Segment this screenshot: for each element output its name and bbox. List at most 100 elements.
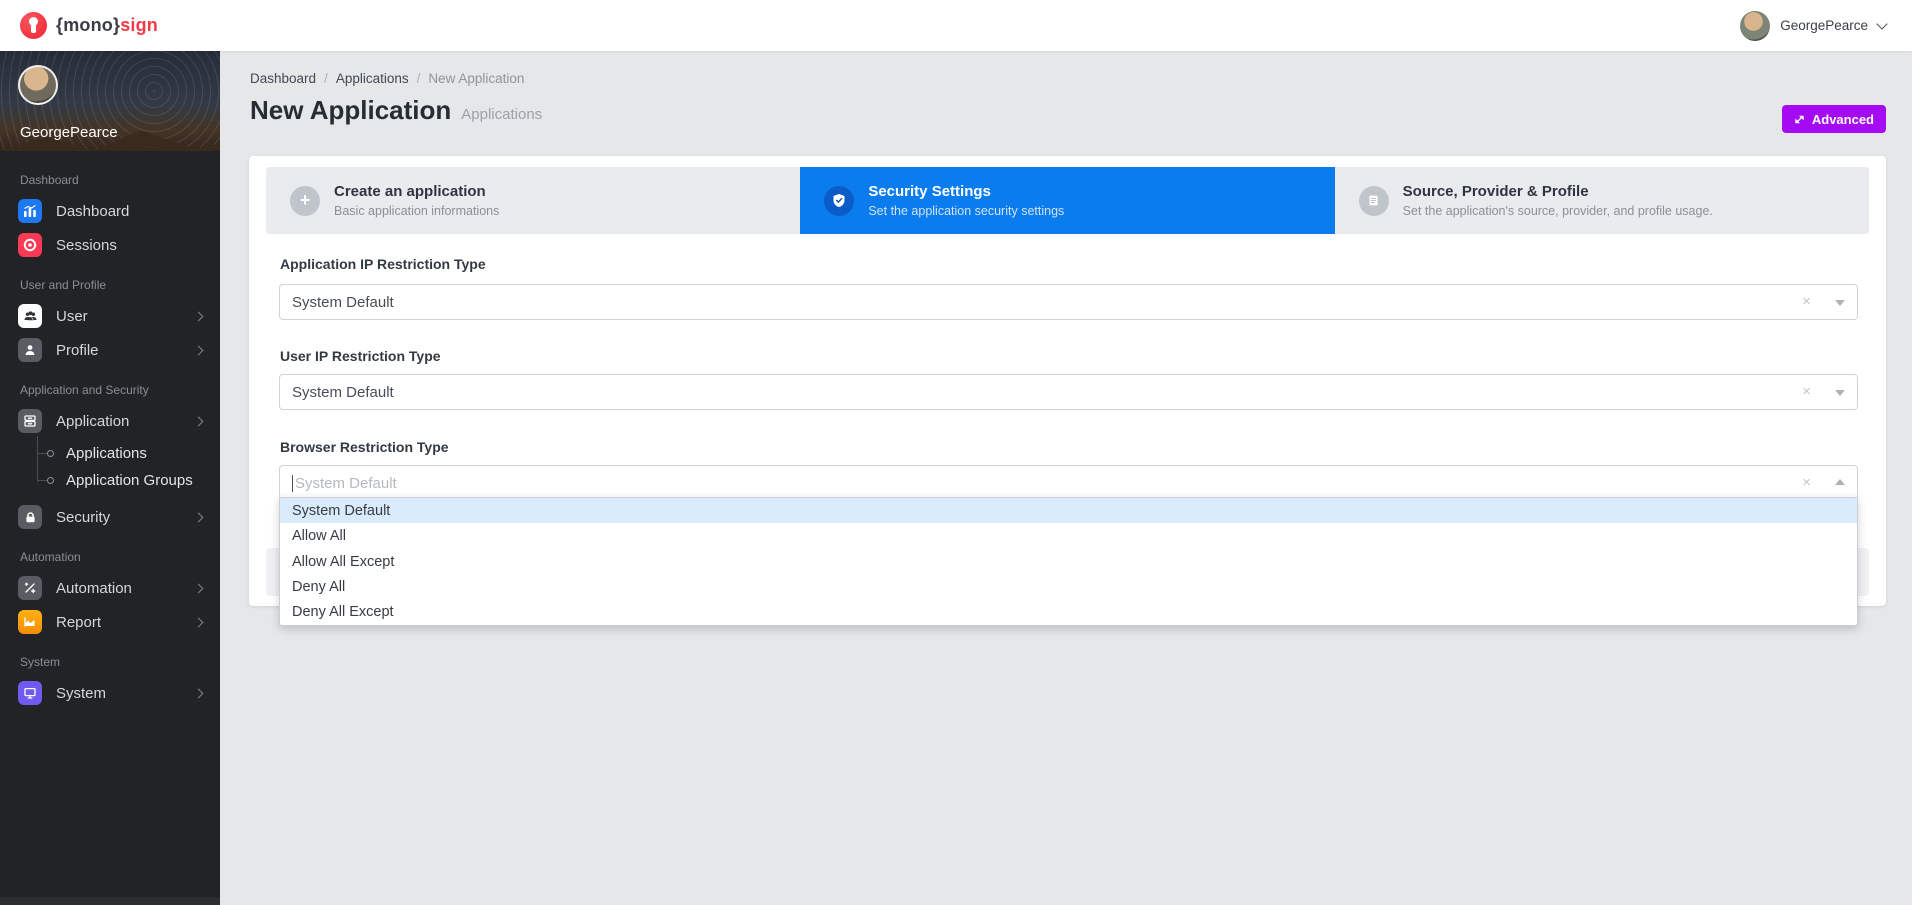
sidebar-item-automation[interactable]: Automation [0,571,220,605]
caret-down-icon[interactable] [1835,300,1845,306]
step-title: Source, Provider & Profile [1403,183,1713,202]
dropdown-option-allow-all-except[interactable]: Allow All Except [280,549,1857,574]
wizard-steps: + Create an application Basic applicatio… [266,167,1869,234]
clear-icon[interactable]: × [1802,293,1811,311]
sidebar-avatar [18,65,58,105]
subitem-label: Applications [66,445,147,462]
lock-icon [18,505,42,529]
section-label-system: System [0,639,220,676]
browser-restriction-dropdown: System Default Allow All Allow All Excep… [279,497,1858,626]
chevron-right-icon [194,416,204,426]
chevron-right-icon [194,345,204,355]
logo-prefix: {mono} [56,15,120,35]
shield-check-icon [824,186,854,216]
select-placeholder-text: System Default [295,475,397,492]
page-subtitle: Applications [461,106,542,123]
dropdown-option-allow-all[interactable]: Allow All [280,523,1857,548]
sidebar-subitem-applications[interactable]: Applications [0,440,220,467]
chevron-right-icon [194,311,204,321]
section-label-user-profile: User and Profile [0,262,220,299]
dropdown-option-deny-all[interactable]: Deny All [280,574,1857,599]
area-chart-icon [18,610,42,634]
advanced-button-label: Advanced [1812,112,1874,127]
select-value: System Default [292,294,1793,311]
breadcrumb-applications[interactable]: Applications [336,71,409,86]
clear-icon[interactable]: × [1802,383,1811,401]
caret-up-icon[interactable] [1835,479,1845,485]
logo-text: {mono}sign [56,15,158,36]
magic-wand-icon [18,576,42,600]
user-avatar [1740,11,1770,41]
clear-icon[interactable]: × [1802,474,1811,492]
chevron-right-icon [194,512,204,522]
bullet-ring-icon [47,477,54,484]
step-security-settings[interactable]: Security Settings Set the application se… [800,167,1334,234]
sidebar-item-label: Profile [56,342,195,359]
step-title: Create an application [334,183,499,202]
advanced-button[interactable]: Advanced [1782,105,1886,133]
section-label-dashboard: Dashboard [0,157,220,194]
sidebar-profile-name: GeorgePearce [20,124,118,141]
sidebar-item-report[interactable]: Report [0,605,220,639]
sidebar-item-label: User [56,308,195,325]
breadcrumb-dashboard[interactable]: Dashboard [250,71,316,86]
sidebar-item-sessions[interactable]: Sessions [0,228,220,262]
logo-suffix: sign [120,15,158,35]
application-ip-restriction-select[interactable]: System Default × [279,284,1858,320]
user-menu[interactable]: GeorgePearce [1740,11,1886,41]
dropdown-option-system-default[interactable]: System Default [280,498,1857,523]
document-icon [1359,186,1389,216]
chevron-right-icon [194,583,204,593]
select-search-input[interactable]: System Default [292,475,1793,492]
step-title: Security Settings [868,183,1064,202]
expand-arrows-icon [1794,114,1805,125]
step-subtitle: Basic application informations [334,204,499,218]
app-logo[interactable]: {mono}sign [20,12,158,39]
caret-down-icon[interactable] [1835,390,1845,396]
sidebar-item-label: Automation [56,580,195,597]
step-subtitle: Set the application security settings [868,204,1064,218]
user-ip-restriction-select[interactable]: System Default × [279,374,1858,410]
person-icon [18,338,42,362]
tree-tick [38,480,47,481]
subitem-label: Application Groups [66,472,193,489]
sidebar-item-application[interactable]: Application [0,404,220,438]
browser-restriction-select-open[interactable]: System Default × [279,465,1858,501]
application-submenu: Applications Application Groups [0,438,220,500]
top-header-bar: {mono}sign GeorgePearce [0,0,1912,51]
breadcrumb: Dashboard / Applications / New Applicati… [250,71,524,86]
tree-tick [38,453,47,454]
sidebar-item-label: Report [56,614,195,631]
text-cursor [292,475,293,492]
chevron-right-icon [194,688,204,698]
sidebar-item-label: Sessions [56,237,202,254]
step-source-provider-profile[interactable]: Source, Provider & Profile Set the appli… [1335,167,1869,234]
sidebar-item-dashboard[interactable]: Dashboard [0,194,220,228]
sidebar-subitem-application-groups[interactable]: Application Groups [0,467,220,494]
dropdown-option-deny-all-except[interactable]: Deny All Except [280,600,1857,625]
sidebar-item-profile[interactable]: Profile [0,333,220,367]
sidebar-menu: Dashboard Dashboard Sessions User and Pr… [0,151,220,710]
main-content: Dashboard / Applications / New Applicati… [220,51,1912,905]
sidebar-item-security[interactable]: Security [0,500,220,534]
field-label-application-ip-restriction: Application IP Restriction Type [280,256,486,272]
plus-circle-icon: + [290,186,320,216]
step-subtitle: Set the application's source, provider, … [1403,204,1713,218]
chevron-down-icon [1876,18,1887,29]
sidebar-bottom-strip [0,897,220,905]
sidebar-item-label: System [56,685,195,702]
sidebar-item-label: Application [56,413,195,430]
breadcrumb-current: New Application [428,71,524,86]
monitor-icon [18,681,42,705]
page-title: New Application [250,95,451,126]
page-title-row: New Application Applications [250,95,542,126]
sidebar-item-user[interactable]: User [0,299,220,333]
field-label-browser-restriction: Browser Restriction Type [280,439,449,455]
bullet-ring-icon [47,450,54,457]
record-icon [18,233,42,257]
archive-drawer-icon [18,409,42,433]
section-label-application-security: Application and Security [0,367,220,404]
sidebar-profile-card: GeorgePearce [0,51,220,151]
step-create-application[interactable]: + Create an application Basic applicatio… [266,167,800,234]
sidebar-item-system[interactable]: System [0,676,220,710]
